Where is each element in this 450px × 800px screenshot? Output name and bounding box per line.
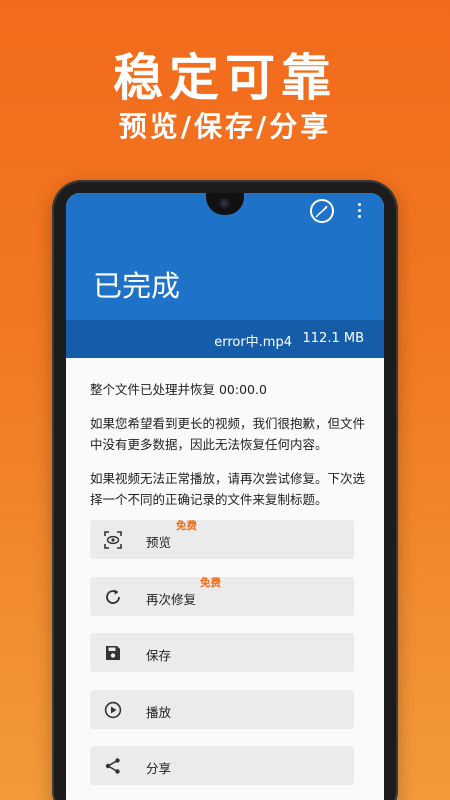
message-retry-hint: 如果视频无法正常播放，请再次尝试修复。下次选择一个不同的正确记录的文件来复制标题… — [90, 471, 366, 507]
preview-label: 预览 — [146, 535, 172, 550]
file-name: error中.mp4 — [214, 335, 292, 350]
share-label: 分享 — [146, 761, 172, 776]
message-processed: 整个文件已处理并恢复 00:00.0 — [90, 382, 267, 397]
more-vert-icon[interactable] — [355, 203, 363, 221]
promo-subheadline: 预览/保存/分享 — [118, 110, 332, 143]
refresh-icon — [106, 589, 120, 604]
share-button[interactable]: 分享 — [90, 746, 354, 785]
play-button[interactable]: 播放 — [90, 690, 354, 729]
share-icon — [105, 758, 120, 774]
repair-again-label: 再次修复 — [146, 592, 197, 607]
page-title: 已完成 — [93, 269, 181, 303]
promo-headline: 稳定可靠 — [113, 49, 337, 107]
save-label: 保存 — [146, 648, 172, 663]
play-label: 播放 — [146, 705, 172, 720]
free-badge: 免费 — [176, 520, 197, 532]
preview-button[interactable]: 预览 免费 — [90, 520, 354, 559]
save-icon — [106, 646, 120, 660]
feather-icon[interactable] — [310, 199, 334, 223]
message-apology: 如果您希望看到更长的视频，我们很抱歉，但文件中没有更多数据，因此无法恢复任何内容… — [90, 416, 366, 452]
save-button[interactable]: 保存 — [90, 633, 354, 672]
file-info-bar: error中.mp4 112.1 MB — [66, 320, 384, 358]
play-icon — [104, 701, 122, 719]
file-size: 112.1 MB — [302, 331, 364, 346]
preview-icon — [104, 531, 122, 549]
camera-icon — [219, 198, 230, 209]
repair-again-button[interactable]: 再次修复 免费 — [90, 577, 354, 616]
free-badge: 免费 — [200, 577, 221, 589]
status-message: 整个文件已处理并恢复 00:00.0 如果您希望看到更长的视频，我们很抱歉，但文… — [90, 379, 370, 523]
